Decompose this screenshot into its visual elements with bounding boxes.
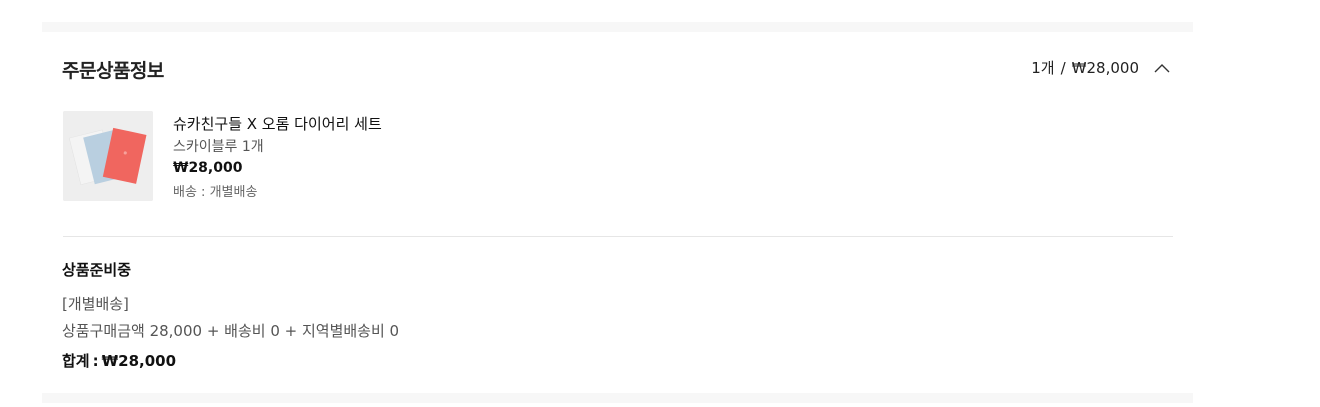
product-info: 슈카친구들 X 오롬 다이어리 세트 스카이블루 1개 ₩28,000 배송 :… bbox=[173, 114, 382, 203]
product-shipping: 배송 : 개별배송 bbox=[173, 185, 258, 200]
order-items-section: 주문상품정보 1개 / ₩28,000 슈카친구들 X 오롬 다이어리 세트 스… bbox=[42, 32, 1193, 393]
collapse-toggle-button[interactable] bbox=[1153, 61, 1171, 75]
price-breakdown: 상품구매금액 28,000 + 배송비 0 + 지역별배송비 0 bbox=[62, 322, 400, 340]
shipment-status: 상품준비중 bbox=[62, 261, 132, 279]
order-summary: 1개 / ₩28,000 bbox=[1031, 57, 1171, 78]
order-page: 주문상품정보 1개 / ₩28,000 슈카친구들 X 오롬 다이어리 세트 스… bbox=[0, 0, 1320, 407]
summary-separator: / bbox=[1060, 58, 1066, 77]
product-name[interactable]: 슈카친구들 X 오롬 다이어리 세트 bbox=[173, 114, 382, 134]
summary-total: ₩28,000 bbox=[1071, 58, 1139, 77]
total-label: 합계 bbox=[62, 352, 90, 370]
diary-set-image bbox=[63, 111, 153, 201]
total-amount: 합계: ₩28,000 bbox=[62, 350, 176, 371]
section-separator-bottom bbox=[42, 393, 1193, 403]
section-title: 주문상품정보 bbox=[62, 60, 164, 82]
product-thumbnail[interactable] bbox=[63, 111, 153, 201]
chevron-up-icon bbox=[1154, 63, 1170, 72]
total-value: ₩28,000 bbox=[101, 352, 177, 370]
item-count: 1개 bbox=[1031, 59, 1055, 77]
product-option: 스카이블루 1개 bbox=[173, 139, 264, 155]
shipment-type: [개별배송] bbox=[62, 295, 129, 313]
divider bbox=[63, 236, 1173, 237]
total-colon: : bbox=[92, 352, 99, 370]
section-separator-top bbox=[42, 22, 1193, 32]
product-price: ₩28,000 bbox=[173, 160, 243, 176]
